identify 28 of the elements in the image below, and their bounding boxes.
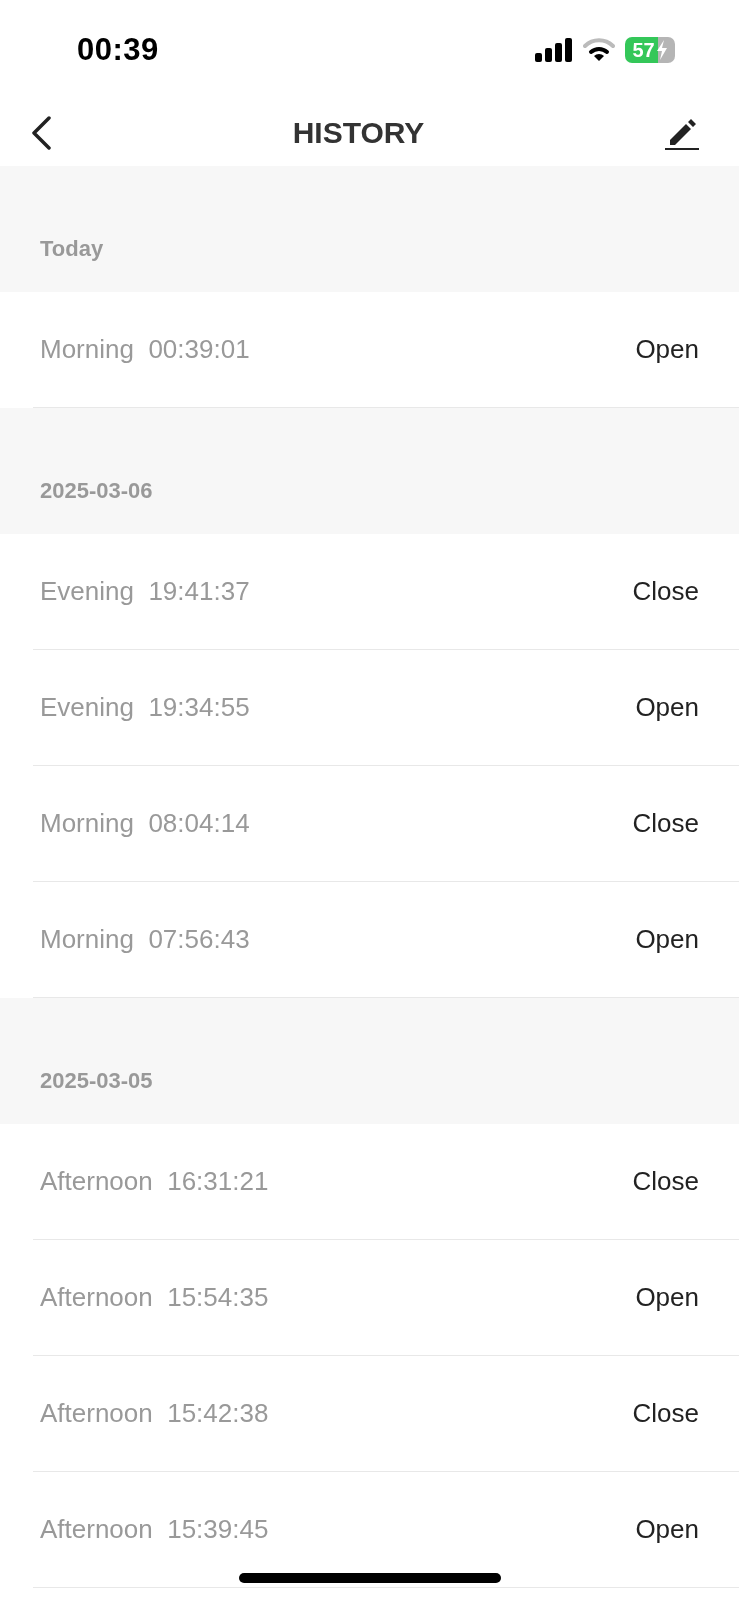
event-action: Open [635, 1514, 699, 1545]
event-time: Afternoon 15:54:35 [40, 1282, 269, 1313]
event-time: Afternoon 15:39:45 [40, 1514, 269, 1545]
signal-icon [535, 38, 573, 62]
section-date: 2025-03-06 [40, 478, 153, 504]
event-action: Open [635, 692, 699, 723]
event-time: Morning 08:04:14 [40, 808, 250, 839]
event-time: Evening 19:34:55 [40, 692, 250, 723]
event-action: Close [632, 1398, 699, 1429]
event-action: Open [635, 334, 699, 365]
wifi-icon [583, 38, 615, 62]
event-action: Close [632, 576, 699, 607]
battery-icon: 57 [625, 37, 675, 63]
section-date: 2025-03-05 [40, 1068, 153, 1094]
event-time: Morning 00:39:01 [40, 334, 250, 365]
event-time: Afternoon 15:42:38 [40, 1398, 269, 1429]
event-action: Open [635, 924, 699, 955]
event-action: Close [632, 1166, 699, 1197]
event-time: Morning 07:56:43 [40, 924, 250, 955]
event-time: Evening 19:41:37 [40, 576, 250, 607]
page-title: HISTORY [292, 116, 425, 150]
section-date: Today [40, 236, 104, 262]
event-action: Open [635, 1282, 699, 1313]
back-icon[interactable] [30, 116, 52, 150]
event-action: Close [632, 808, 699, 839]
status-time: 00:39 [77, 32, 159, 68]
event-time: Afternoon 16:31:21 [40, 1166, 269, 1197]
edit-icon[interactable] [665, 116, 699, 150]
